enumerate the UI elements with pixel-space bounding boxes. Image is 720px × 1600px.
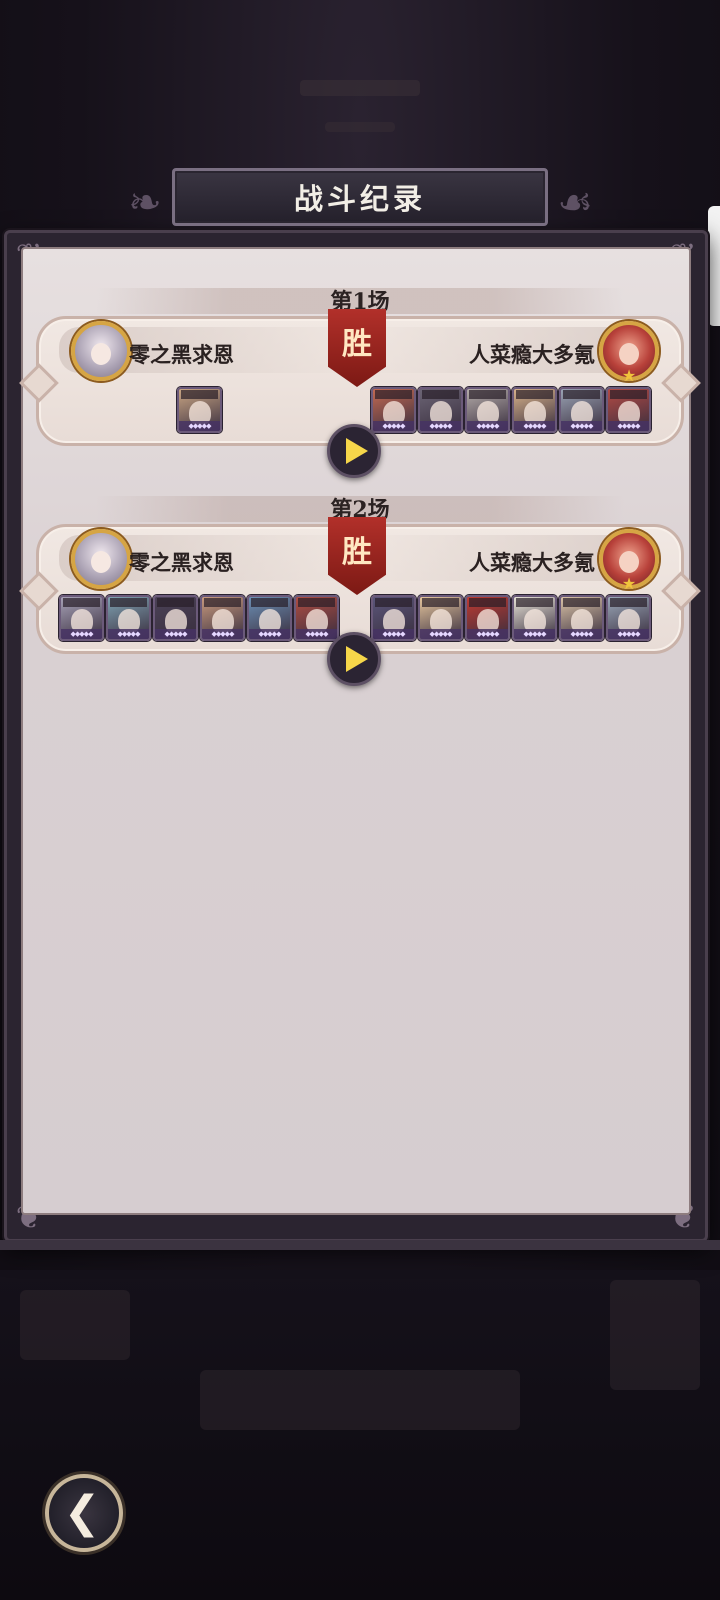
hero-card[interactable]: ◆◆◆◆◆ — [418, 595, 463, 641]
hero-card[interactable]: ◆◆◆◆◆ — [371, 595, 416, 641]
hero-card[interactable]: ◆◆◆◆◆ — [512, 595, 557, 641]
hero-level-badge — [181, 390, 218, 399]
result-text: 胜 — [342, 327, 372, 362]
result-text: 胜 — [342, 535, 372, 570]
left-player-name: 零之黑求恩 — [129, 550, 234, 575]
hero-level-badge — [563, 390, 600, 399]
background-element — [610, 1280, 700, 1390]
hero-level-badge — [375, 390, 412, 399]
background-element — [20, 1290, 130, 1360]
background-title-ghost — [300, 80, 420, 96]
hero-level-badge — [422, 390, 459, 399]
hero-card[interactable]: ◆◆◆◆◆ — [294, 595, 339, 641]
hero-card[interactable]: ◆◆◆◆◆ — [465, 387, 510, 433]
hero-card[interactable]: ◆◆◆◆◆ — [371, 387, 416, 433]
hero-card[interactable]: ◆◆◆◆◆ — [177, 387, 222, 433]
hero-level-badge — [469, 598, 506, 607]
hero-card[interactable]: ◆◆◆◆◆ — [59, 595, 104, 641]
hero-star-rank-icon: ◆◆◆◆◆ — [249, 629, 290, 639]
hero-star-rank-icon: ◆◆◆◆◆ — [514, 421, 555, 431]
left-hero-lineup: ◆◆◆◆◆ — [177, 387, 222, 433]
hero-level-badge — [110, 598, 147, 607]
hero-card[interactable]: ◆◆◆◆◆ — [512, 387, 557, 433]
panel-bottom-bar — [0, 1240, 720, 1250]
hero-level-badge — [298, 598, 335, 607]
result-banner: 胜 — [328, 309, 386, 387]
hero-level-badge — [516, 598, 553, 607]
play-replay-button[interactable] — [327, 424, 381, 478]
hero-star-rank-icon: ◆◆◆◆◆ — [373, 629, 414, 639]
hero-level-badge — [469, 390, 506, 399]
star-icon: ★ — [621, 574, 637, 593]
match-record-2: 第2场 零之黑求恩 胜 人菜瘾大多氪 ★ ◆◆◆◆◆ ◆◆◆◆◆ ◆◆◆◆◆ ◆◆◆◆… — [36, 496, 684, 686]
hero-star-rank-icon: ◆◆◆◆◆ — [420, 421, 461, 431]
right-hero-lineup: ◆◆◆◆◆ ◆◆◆◆◆ ◆◆◆◆◆ ◆◆◆◆◆ ◆◆◆◆◆ ◆◆◆◆◆ — [371, 387, 651, 433]
hero-star-rank-icon: ◆◆◆◆◆ — [202, 629, 243, 639]
hero-star-rank-icon: ◆◆◆◆◆ — [467, 421, 508, 431]
left-hero-lineup: ◆◆◆◆◆ ◆◆◆◆◆ ◆◆◆◆◆ ◆◆◆◆◆ ◆◆◆◆◆ ◆◆◆◆◆ — [59, 595, 339, 641]
hero-star-rank-icon: ◆◆◆◆◆ — [467, 629, 508, 639]
avatar-face — [619, 343, 639, 365]
hero-level-badge — [157, 598, 194, 607]
hero-card[interactable]: ◆◆◆◆◆ — [465, 595, 510, 641]
background-footer — [0, 1270, 720, 1600]
hero-card[interactable]: ◆◆◆◆◆ — [559, 595, 604, 641]
hero-card[interactable]: ◆◆◆◆◆ — [606, 387, 651, 433]
hero-level-badge — [251, 598, 288, 607]
side-handle[interactable] — [708, 206, 720, 326]
play-icon — [346, 438, 368, 464]
hero-level-badge — [610, 390, 647, 399]
hero-star-rank-icon: ◆◆◆◆◆ — [561, 629, 602, 639]
avatar-face — [91, 343, 111, 365]
hero-card[interactable]: ◆◆◆◆◆ — [200, 595, 245, 641]
right-player-name: 人菜瘾大多氪 — [469, 550, 595, 575]
hero-star-rank-icon: ◆◆◆◆◆ — [608, 421, 649, 431]
hero-star-rank-icon: ◆◆◆◆◆ — [179, 421, 220, 431]
hero-card[interactable]: ◆◆◆◆◆ — [106, 595, 151, 641]
background-header — [0, 70, 720, 170]
match-record-1: 第1场 零之黑求恩 胜 人菜瘾大多氪 ★ ◆◆◆◆◆ ◆◆◆◆◆ ◆◆◆◆◆ ◆◆◆… — [36, 288, 684, 478]
hero-star-rank-icon: ◆◆◆◆◆ — [561, 421, 602, 431]
star-icon: ★ — [621, 366, 637, 385]
right-player-avatar[interactable]: ★ — [599, 321, 659, 385]
background-subtitle-ghost — [325, 122, 395, 132]
hero-level-badge — [563, 598, 600, 607]
hero-star-rank-icon: ◆◆◆◆◆ — [61, 629, 102, 639]
hero-card[interactable]: ◆◆◆◆◆ — [418, 387, 463, 433]
title-plaque: 战斗纪录 — [172, 168, 548, 226]
hero-card[interactable]: ◆◆◆◆◆ — [606, 595, 651, 641]
hero-star-rank-icon: ◆◆◆◆◆ — [373, 421, 414, 431]
left-player-avatar[interactable] — [71, 321, 131, 381]
play-icon — [346, 646, 368, 672]
right-player-name: 人菜瘾大多氪 — [469, 342, 595, 367]
back-button[interactable]: ❮ — [45, 1474, 123, 1552]
hero-star-rank-icon: ◆◆◆◆◆ — [108, 629, 149, 639]
left-player-avatar[interactable] — [71, 529, 131, 589]
hero-level-badge — [610, 598, 647, 607]
result-banner: 胜 — [328, 517, 386, 595]
back-arrow-icon: ❮ — [63, 1487, 101, 1538]
page-title: 战斗纪录 — [293, 182, 426, 216]
background-element — [200, 1370, 520, 1430]
hero-star-rank-icon: ◆◆◆◆◆ — [608, 629, 649, 639]
right-player-avatar[interactable]: ★ — [599, 529, 659, 593]
hero-level-badge — [516, 390, 553, 399]
hero-level-badge — [375, 598, 412, 607]
hero-star-rank-icon: ◆◆◆◆◆ — [420, 629, 461, 639]
hero-level-badge — [422, 598, 459, 607]
avatar-face — [91, 551, 111, 573]
right-hero-lineup: ◆◆◆◆◆ ◆◆◆◆◆ ◆◆◆◆◆ ◆◆◆◆◆ ◆◆◆◆◆ ◆◆◆◆◆ — [371, 595, 651, 641]
title-header: ❧ ☙ 战斗纪录 — [100, 160, 620, 240]
play-replay-button[interactable] — [327, 632, 381, 686]
hero-level-badge — [63, 598, 100, 607]
hero-star-rank-icon: ◆◆◆◆◆ — [155, 629, 196, 639]
hero-level-badge — [204, 598, 241, 607]
avatar-face — [619, 551, 639, 573]
hero-card[interactable]: ◆◆◆◆◆ — [559, 387, 604, 433]
hero-card[interactable]: ◆◆◆◆◆ — [153, 595, 198, 641]
left-player-name: 零之黑求恩 — [129, 342, 234, 367]
hero-star-rank-icon: ◆◆◆◆◆ — [514, 629, 555, 639]
hero-card[interactable]: ◆◆◆◆◆ — [247, 595, 292, 641]
hero-star-rank-icon: ◆◆◆◆◆ — [296, 629, 337, 639]
